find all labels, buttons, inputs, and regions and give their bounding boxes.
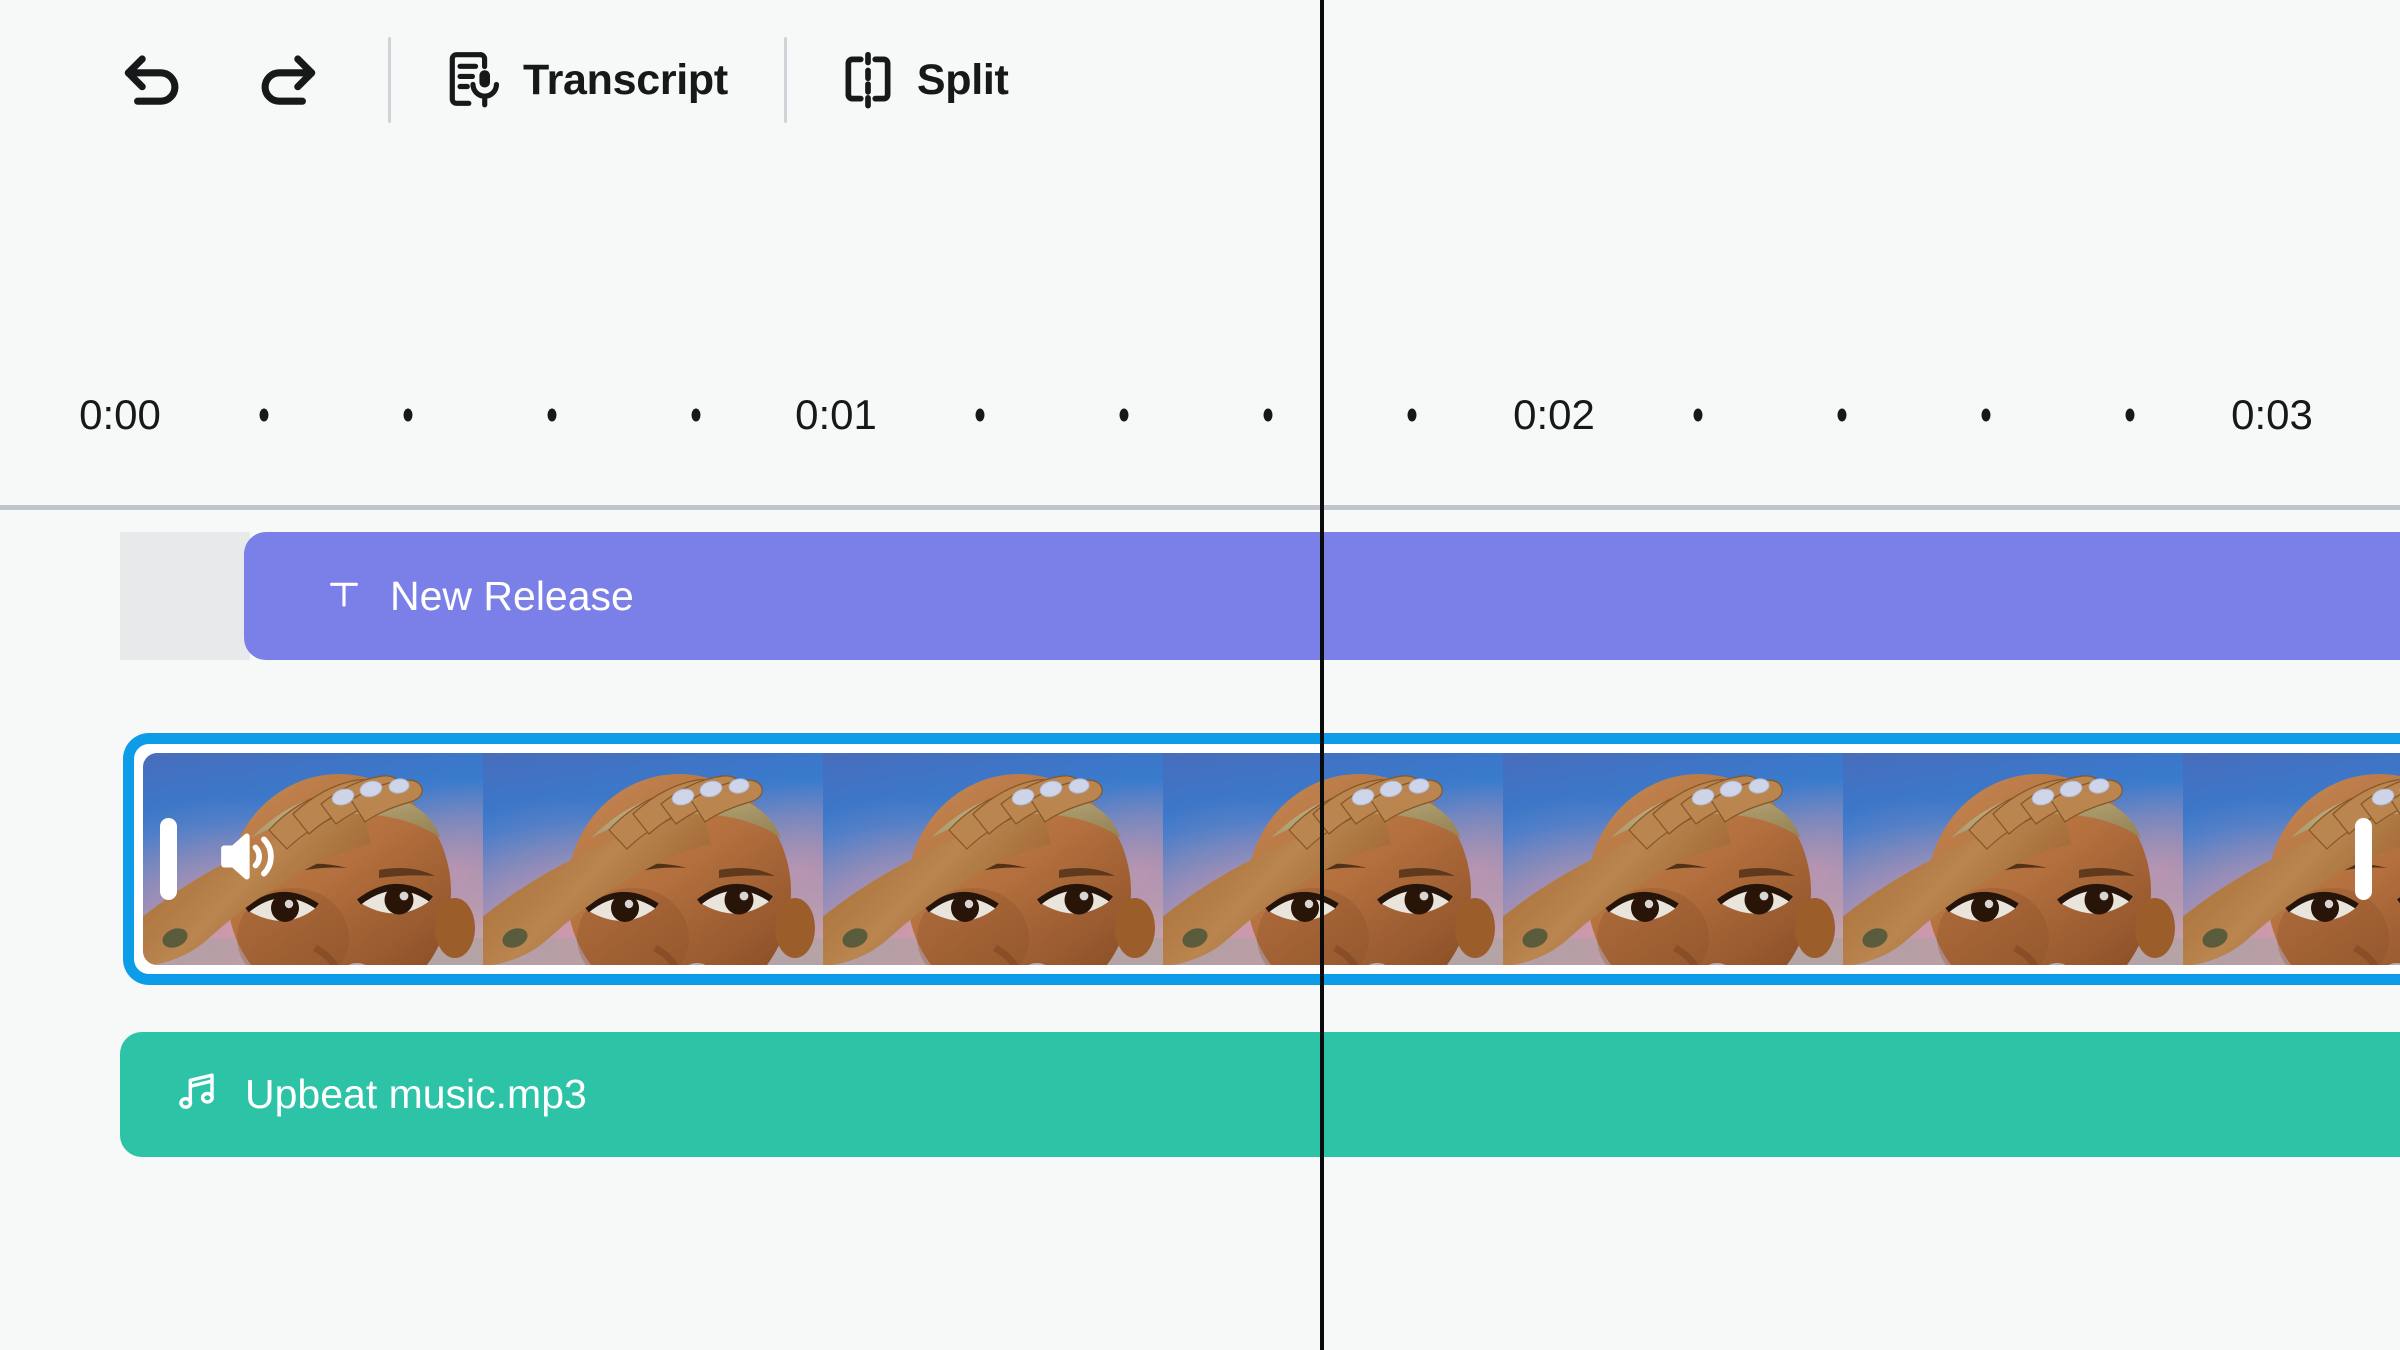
text-T-icon bbox=[324, 574, 364, 619]
video-clip-selected[interactable] bbox=[123, 733, 2400, 985]
undo-button[interactable] bbox=[110, 37, 196, 123]
audio-clip-label: Upbeat music.mp3 bbox=[245, 1071, 587, 1117]
trim-handle-left[interactable] bbox=[160, 818, 177, 900]
trim-handle-right[interactable] bbox=[2355, 818, 2372, 900]
playhead[interactable] bbox=[1320, 0, 1324, 1350]
music-note-icon bbox=[175, 1069, 221, 1120]
video-thumbnail bbox=[143, 753, 483, 965]
audio-clip-upbeat-music[interactable]: Upbeat music.mp3 bbox=[120, 1032, 2400, 1157]
editor-toolbar: Transcript Split bbox=[0, 0, 2400, 160]
text-track-empty-segment bbox=[120, 532, 250, 660]
transcript-label: Transcript bbox=[523, 55, 728, 104]
toolbar-divider-2 bbox=[783, 37, 787, 123]
video-thumbnail bbox=[823, 753, 1163, 965]
split-icon bbox=[837, 48, 899, 113]
transcript-icon bbox=[443, 48, 505, 113]
video-thumbnail bbox=[1843, 753, 2183, 965]
transcript-button[interactable]: Transcript bbox=[443, 48, 728, 113]
video-thumbnail bbox=[1503, 753, 1843, 965]
undo-icon bbox=[116, 42, 190, 119]
toolbar-divider-1 bbox=[388, 37, 391, 123]
timeline-tracks: New Release Upbeat music.mp3 bbox=[0, 350, 2400, 1350]
text-track: New Release bbox=[120, 532, 2400, 660]
video-thumbnail-strip bbox=[143, 753, 2400, 965]
split-button[interactable]: Split bbox=[837, 48, 1009, 113]
text-clip-label: New Release bbox=[390, 572, 634, 619]
split-label: Split bbox=[916, 55, 1009, 104]
redo-button[interactable] bbox=[244, 37, 330, 123]
ruler-marks: 0:00 0:01 0:02 0:03 bbox=[0, 160, 2400, 438]
video-thumbnail bbox=[1163, 753, 1503, 965]
timeline-ruler[interactable]: 0:00 0:01 0:02 0:03 bbox=[0, 160, 2400, 510]
video-thumbnail bbox=[483, 753, 823, 965]
redo-icon bbox=[250, 42, 324, 119]
volume-on-icon[interactable] bbox=[212, 821, 284, 898]
